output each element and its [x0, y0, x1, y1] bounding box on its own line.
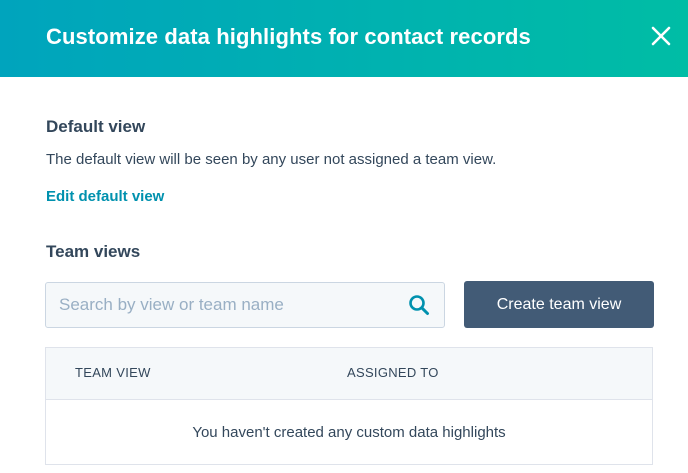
- column-header-team-view[interactable]: TEAM VIEW: [75, 365, 151, 380]
- empty-state-message: You haven't created any custom data high…: [192, 424, 506, 441]
- table-header: TEAM VIEW ASSIGNED TO: [46, 348, 652, 400]
- search-icon[interactable]: [408, 294, 430, 316]
- modal-title: Customize data highlights for contact re…: [46, 24, 531, 49]
- search-input[interactable]: [46, 283, 386, 327]
- column-header-assigned-to[interactable]: ASSIGNED TO: [347, 365, 439, 380]
- team-views-heading: Team views: [46, 242, 141, 261]
- create-team-view-button[interactable]: Create team view: [464, 281, 654, 328]
- edit-default-view-link[interactable]: Edit default view: [46, 188, 164, 205]
- close-icon: [651, 26, 671, 46]
- modal-header: Customize data highlights for contact re…: [0, 0, 688, 77]
- default-view-heading: Default view: [46, 117, 146, 136]
- default-view-description: The default view will be seen by any use…: [46, 151, 497, 168]
- search-field[interactable]: [45, 282, 445, 328]
- close-button[interactable]: [646, 22, 676, 52]
- team-views-table: TEAM VIEW ASSIGNED TO You haven't create…: [45, 347, 653, 465]
